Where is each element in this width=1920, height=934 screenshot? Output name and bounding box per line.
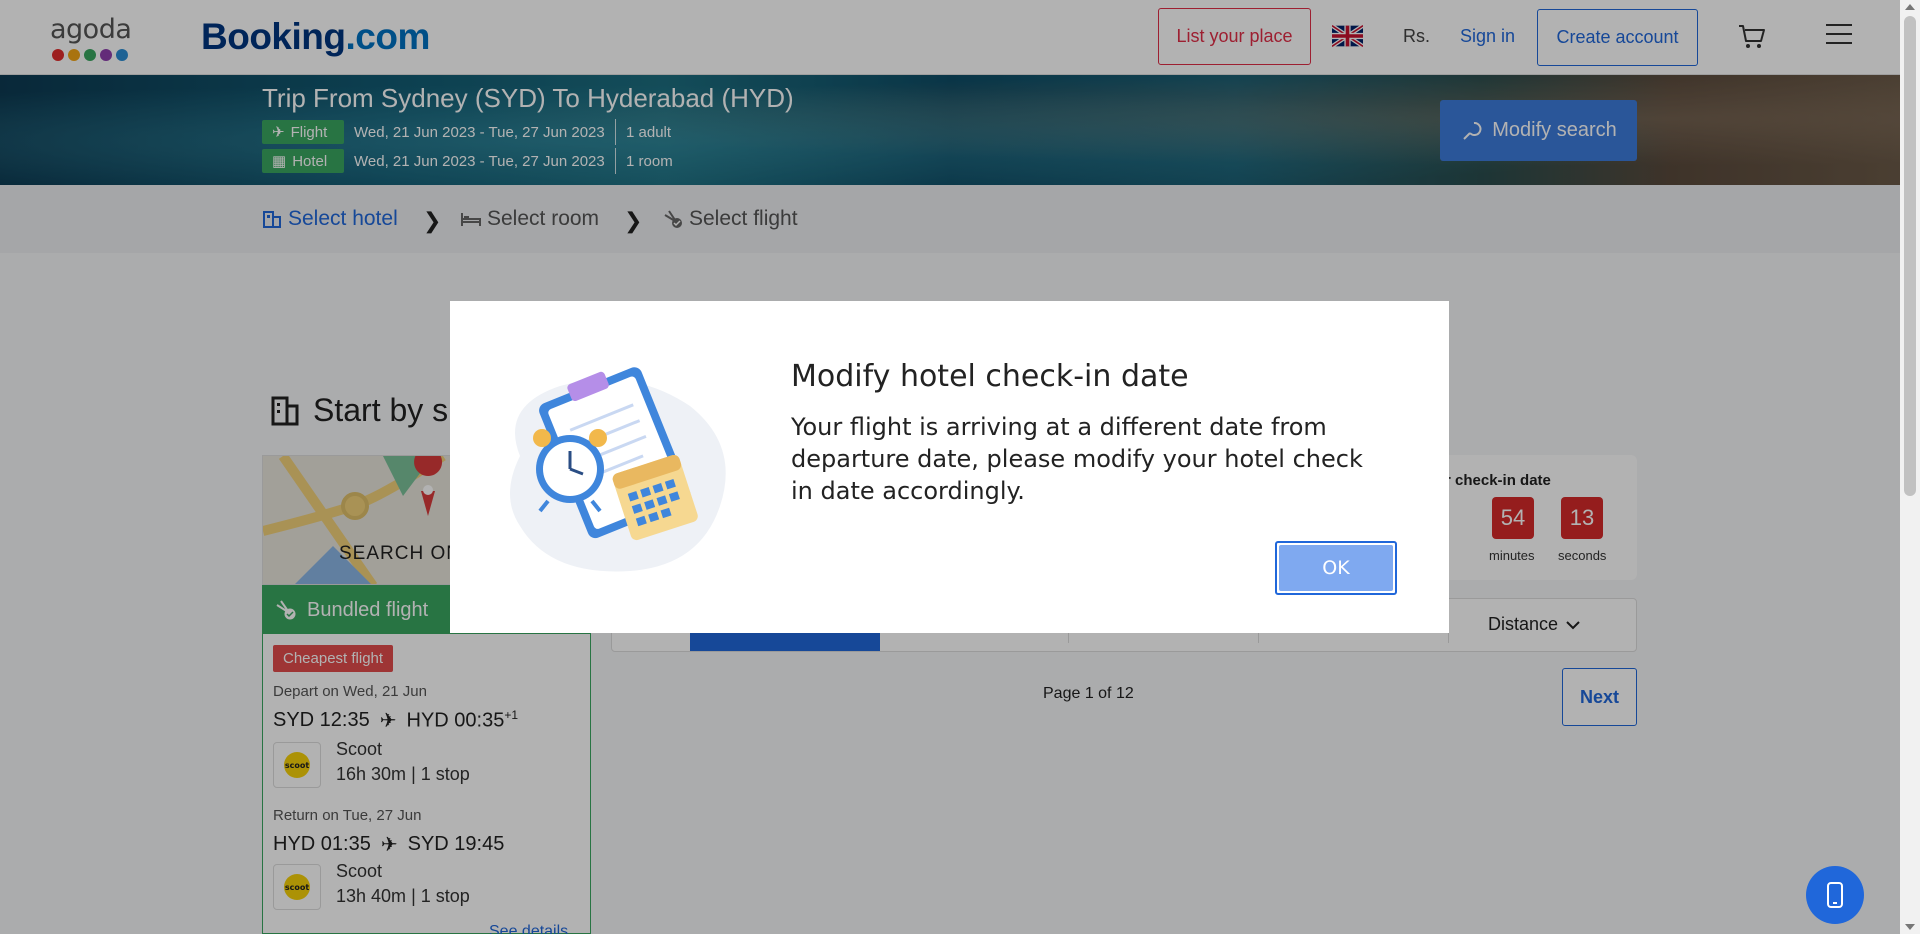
mobile-app-button[interactable] <box>1806 866 1864 924</box>
ok-button-label: OK <box>1279 545 1393 591</box>
mobile-phone-icon <box>1827 882 1843 908</box>
ok-button[interactable]: OK <box>1275 541 1397 595</box>
scroll-thumb[interactable] <box>1904 16 1916 496</box>
calendar-clock-illustration <box>510 367 726 572</box>
modal-message: Your flight is arriving at a different d… <box>791 413 1363 505</box>
scroll-down-arrow-icon[interactable] <box>1905 924 1915 930</box>
scroll-up-arrow-icon[interactable] <box>1905 4 1915 10</box>
page-scrollbar[interactable] <box>1900 0 1920 934</box>
modal-title: Modify hotel check-in date <box>791 359 1189 394</box>
modify-checkin-modal: Modify hotel check-in date Your flight i… <box>450 301 1449 633</box>
